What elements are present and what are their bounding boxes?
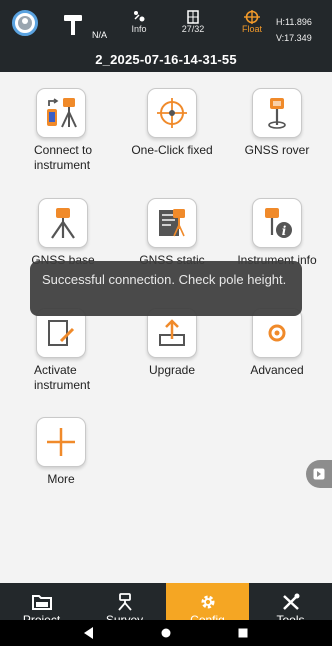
tile-activate-instrument[interactable]: Activate instrument [6,308,116,393]
home-icon[interactable] [161,628,171,638]
recents-icon[interactable] [238,628,248,638]
tile-label: Activate instrument [34,363,91,392]
project-filename: 2_2025-07-16-14-31-55 [95,52,237,67]
tile-label: More [47,472,75,486]
tile-instrument-info[interactable]: i Instrument info [222,198,332,268]
user-icon [18,16,32,30]
tile-gnss-base[interactable]: GNSS base [8,198,118,268]
tile-gnss-rover[interactable]: GNSS rover [222,88,332,158]
tile-advanced[interactable]: Advanced [222,308,332,378]
tile-upgrade[interactable]: Upgrade [117,308,227,378]
satellite-info-icon [134,11,145,22]
tools-icon [282,593,299,610]
solution-value: Float [241,24,262,34]
h-precision: H:11.896 [276,17,312,27]
v-precision: V:17.349 [276,33,312,43]
tile-label: Connect to instrument [34,143,93,172]
tile-connect-instrument[interactable]: Connect to instrument [6,88,116,173]
satellite-value: 27/32 [181,24,205,34]
satellite-count[interactable]: 27/32 [176,10,210,34]
solution-status[interactable]: Float [236,10,268,34]
instrument-info-icon: i [252,198,302,248]
plus-icon [36,417,86,467]
tile-label: Upgrade [148,363,196,377]
floating-panel-handle[interactable] [306,460,332,488]
tile-label: Advanced [250,363,304,377]
rover-icon [252,88,302,138]
toast-message: Successful connection. Check pole height… [30,261,302,316]
tile-one-click-fixed[interactable]: One-Click fixed [117,88,227,158]
crosshair-icon [147,88,197,138]
gear-icon [201,595,214,608]
tile-label: GNSS rover [244,143,310,157]
tile-gnss-static[interactable]: GNSS static [117,198,227,268]
info-button[interactable]: Info [124,10,154,34]
svg-text:i: i [282,224,287,238]
tile-label: One-Click fixed [131,143,213,157]
device-status: N/A [92,30,108,40]
static-icon [147,198,197,248]
info-label: Info [131,24,147,34]
phone-connect-icon [36,88,86,138]
system-nav-bar [0,620,332,646]
survey-icon [117,592,132,611]
panel-toggle-icon [313,468,325,480]
pole-icon [64,15,82,35]
tripod-base-icon [38,198,88,248]
crosshair-status-icon [244,10,260,24]
tile-more[interactable]: More [6,417,116,487]
satellite-icon [187,10,199,24]
precision-readout: H:11.896 V:17.349 [276,14,328,46]
back-icon[interactable] [83,627,94,639]
folder-icon [31,594,52,610]
avatar[interactable] [12,10,38,36]
status-bar: N/A Info 27/32 Float H:11.896 V:17.349 [0,0,332,50]
